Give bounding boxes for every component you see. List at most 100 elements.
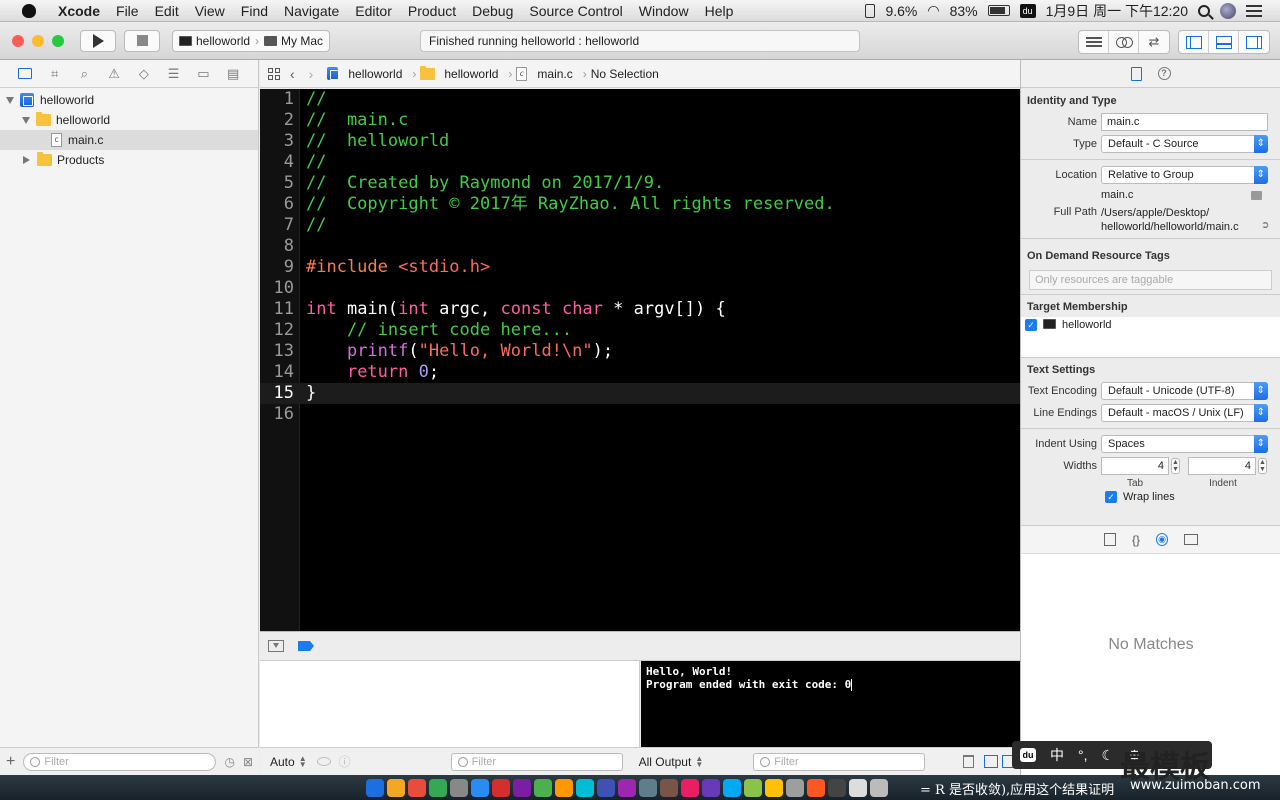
close-window-button[interactable] [12, 34, 24, 47]
clear-console-icon[interactable] [963, 755, 974, 768]
minimize-window-button[interactable] [32, 34, 44, 47]
navigator-filter-input[interactable]: Filter [23, 752, 217, 771]
ime-punctuation-toggle[interactable]: °, [1078, 747, 1088, 763]
dock-app-icon[interactable] [702, 778, 720, 797]
siri-icon[interactable] [1220, 2, 1236, 19]
variables-filter-input[interactable]: Filter [450, 752, 623, 771]
menu-help[interactable]: Help [697, 3, 742, 19]
menu-view[interactable]: View [187, 3, 233, 19]
dock-app-icon[interactable] [765, 778, 783, 797]
code-line[interactable]: 11 int main(int argc, const char * argv[]… [260, 299, 1020, 320]
menu-app-name[interactable]: Xcode [50, 3, 108, 19]
code-line[interactable]: 2 // main.c [260, 110, 1020, 131]
dock-app-icon[interactable] [681, 778, 699, 797]
related-items-icon[interactable] [268, 67, 280, 80]
run-button[interactable] [80, 29, 116, 52]
battery-percent[interactable]: 83% [950, 3, 978, 19]
breakpoint-navigator-tab[interactable]: ▭ [195, 66, 211, 81]
recent-files-icon[interactable]: ◷ [224, 755, 234, 769]
toggle-navigator-button[interactable] [1179, 31, 1209, 53]
menu-edit[interactable]: Edit [147, 3, 187, 19]
show-variables-pane-icon[interactable] [984, 755, 998, 768]
dock-app-icon[interactable] [849, 778, 867, 797]
code-line[interactable]: 8 [260, 236, 1020, 257]
code-line[interactable]: 9 #include <stdio.h> [260, 257, 1020, 278]
zoom-window-button[interactable] [52, 34, 64, 47]
dock-app-icon[interactable] [807, 778, 825, 797]
toggle-utilities-button[interactable] [1239, 31, 1269, 53]
tree-item-project[interactable]: helloworld [0, 90, 258, 110]
name-field[interactable]: main.c [1101, 113, 1268, 131]
menu-window[interactable]: Window [631, 3, 697, 19]
location-popup[interactable]: Relative to Group [1101, 166, 1268, 184]
menu-debug[interactable]: Debug [464, 3, 521, 19]
code-line[interactable]: 14 return 0; [260, 362, 1020, 383]
disclosure-closed-icon[interactable] [23, 156, 30, 164]
info-icon[interactable]: ⓘ [339, 753, 351, 770]
issue-navigator-tab[interactable]: ⚠ [106, 66, 122, 81]
source-editor[interactable]: 1 // 2 // main.c 3 // helloworld 4 // 5 // Create… [260, 89, 1020, 631]
quick-help-icon[interactable]: ? [1157, 67, 1171, 80]
code-line[interactable]: 7 // [260, 215, 1020, 236]
dock-app-icon[interactable] [618, 778, 636, 797]
quicklook-icon[interactable] [316, 757, 331, 766]
ime-night-mode-icon[interactable]: ☾ [1102, 747, 1115, 764]
dock-app-icon[interactable] [744, 778, 762, 797]
dock-app-icon[interactable] [828, 778, 846, 797]
dock-app-icon[interactable] [534, 778, 552, 797]
wrap-lines-checkbox[interactable]: ✓ [1105, 491, 1117, 503]
test-navigator-tab[interactable]: ◇ [136, 66, 152, 81]
dock-app-icon[interactable] [786, 778, 804, 797]
file-template-library-icon[interactable] [1103, 533, 1116, 546]
breadcrumb-group[interactable]: helloworld [420, 65, 498, 81]
notification-center-icon[interactable] [1246, 4, 1262, 17]
find-navigator-tab[interactable]: ⌕ [76, 66, 92, 81]
dock-app-icon[interactable] [429, 778, 447, 797]
code-line[interactable]: 13 printf("Hello, World!\n"); [260, 341, 1020, 362]
standard-editor-button[interactable] [1079, 31, 1109, 53]
disclosure-open-icon[interactable] [22, 116, 30, 124]
dock-app-icon[interactable] [870, 778, 888, 797]
clock[interactable]: 1月9日 周一 下午12:20 [1046, 1, 1188, 21]
type-popup[interactable]: Default - C Source [1101, 135, 1268, 153]
dock-app-icon[interactable] [723, 778, 741, 797]
version-editor-button[interactable]: ⇄ [1139, 31, 1169, 53]
code-line[interactable]: 3 // helloworld [260, 131, 1020, 152]
menu-source-control[interactable]: Source Control [521, 3, 630, 19]
tags-field[interactable]: Only resources are taggable [1029, 270, 1272, 290]
reveal-in-finder-icon[interactable]: ➲ [1261, 220, 1269, 231]
code-line[interactable]: 12 // insert code here... [260, 320, 1020, 341]
add-file-button[interactable]: + [6, 753, 15, 771]
code-snippet-library-icon[interactable]: {} [1132, 533, 1140, 547]
go-back-icon[interactable]: ‹ [290, 66, 295, 82]
assistant-editor-button[interactable] [1109, 31, 1139, 53]
cpu-usage[interactable]: 9.6% [885, 3, 917, 19]
file-inspector-icon[interactable] [1130, 66, 1142, 81]
tree-item-cfile[interactable]: c main.c [0, 130, 258, 150]
variables-scope-popup[interactable]: Auto ▲ ▼ [260, 754, 317, 769]
dock-app-icon[interactable] [408, 778, 426, 797]
ime-chinese-toggle[interactable]: 中 [1050, 745, 1064, 765]
code-line[interactable]: 16 [260, 404, 1020, 425]
dock-app-icon[interactable] [513, 778, 531, 797]
wifi-icon[interactable]: ◠ [927, 2, 939, 19]
memory-icon[interactable] [865, 3, 876, 18]
apple-menu-icon[interactable] [22, 3, 36, 18]
tab-width-stepper[interactable]: ▲ ▼ [1171, 458, 1180, 474]
tree-item-folder[interactable]: Products [0, 150, 258, 170]
dock-app-icon[interactable] [597, 778, 615, 797]
breadcrumb-symbol[interactable]: No Selection [591, 67, 659, 81]
indent-using-popup[interactable]: Spaces [1101, 435, 1268, 453]
dock-app-icon[interactable] [366, 778, 384, 797]
code-line[interactable]: 15} [260, 383, 1020, 404]
dock-app-icon[interactable] [471, 778, 489, 797]
disclosure-open-icon[interactable] [6, 96, 14, 104]
menu-editor[interactable]: Editor [347, 3, 400, 19]
tree-item-folder[interactable]: helloworld [0, 110, 258, 130]
dock-app-icon[interactable] [639, 778, 657, 797]
source-control-filter-icon[interactable]: ⊠ [243, 755, 253, 769]
console-output[interactable]: Hello, World! Program ended with exit cod… [641, 661, 1020, 747]
breadcrumb-project[interactable]: helloworld [327, 67, 402, 81]
editor-mode-control[interactable]: ⇄ [1078, 30, 1170, 54]
code-line[interactable]: 4 // [260, 152, 1020, 173]
